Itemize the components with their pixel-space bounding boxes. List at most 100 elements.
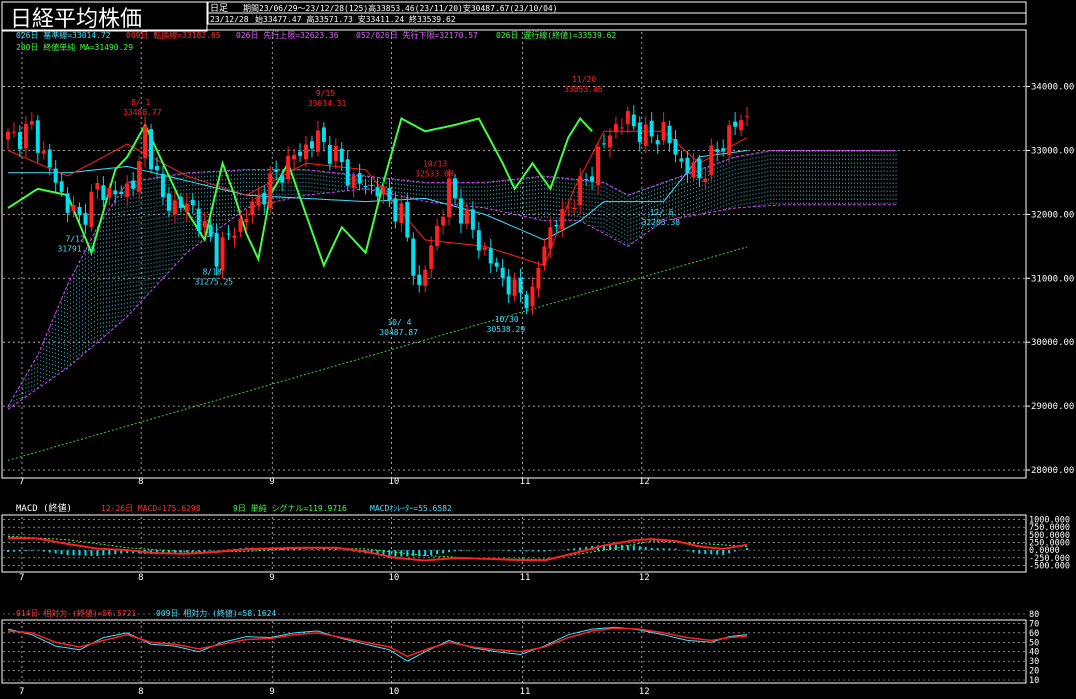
ma200-line (7, 246, 748, 461)
annotation-date: 10/ 4 (387, 318, 411, 327)
candle-body (262, 192, 267, 205)
candle-body (560, 208, 565, 229)
candle-body (95, 182, 100, 190)
month-label: 11 (520, 687, 531, 697)
candle-body (309, 141, 314, 149)
candle-body (548, 227, 553, 249)
macd-tick-label: -500.000 (1029, 561, 1070, 571)
candle-body (721, 148, 726, 152)
annotation-value: 32205.38 (642, 218, 681, 227)
annotation-date: 12/ 6 (650, 208, 674, 217)
candle-body (453, 178, 457, 199)
candle-body (131, 180, 136, 189)
annotation-date: 10/30 (495, 315, 519, 324)
candle-body (685, 157, 690, 174)
chart-title: 日経平均株価 (10, 7, 142, 32)
macd-panel-frame (1, 514, 1027, 573)
candle-body (691, 162, 696, 178)
candle-body (590, 176, 595, 182)
month-label: 12 (639, 477, 650, 487)
annotation-value: 31275.25 (195, 278, 234, 287)
timeframe-label: 日足 (210, 3, 228, 14)
candle-body (375, 187, 380, 197)
candle-body (226, 233, 231, 235)
candle-body (29, 121, 34, 125)
candle-body (125, 183, 130, 197)
legend-rsi14: 014日 相対力 (終値)=56.5721 (16, 608, 136, 618)
candle-body (101, 185, 106, 201)
candle-body (250, 201, 255, 216)
annotation-date: 9/15 (316, 89, 335, 98)
legend-tenkan: 009日 転換線=33182.65 (126, 30, 221, 40)
candle-body (6, 131, 10, 140)
candle-body (315, 130, 320, 152)
month-label: 11 (520, 477, 531, 487)
month-label: 11 (520, 573, 531, 583)
chikou-line (7, 116, 593, 269)
candle-body (256, 196, 261, 206)
price-tick-label: 31000.00 (1031, 274, 1074, 284)
candle-body (357, 173, 362, 184)
candle-body (488, 248, 493, 264)
legend-senkou-b: 052/026日 先行下限=32170.57 (356, 30, 478, 40)
axis-labels: 7 7 7 8 8 8 9 9 9 10 10 10 11 11 11 12 12 12 34000.00 33000… (19, 83, 1074, 697)
candle-body (41, 150, 46, 154)
legend-macd: 12-26日 MACD=175.6298 (101, 504, 201, 513)
candle-body (214, 232, 219, 267)
rsi-tick-label: 10 (1029, 676, 1039, 686)
candle-body (679, 158, 684, 162)
annotation-value: 30487.87 (379, 328, 418, 337)
candle-body (268, 173, 273, 208)
candle-body (715, 149, 720, 152)
price-annotations: 7/1231791.71 8/ 133488.77 8/1831275.25 9/15… (58, 75, 681, 337)
candle-body (220, 237, 225, 271)
candle-body (506, 276, 511, 295)
grid-lines (3, 32, 1026, 683)
candle-body (149, 129, 154, 170)
candle-body (333, 146, 338, 161)
candle-body (494, 262, 499, 267)
price-tick-label: 32000.00 (1031, 210, 1074, 220)
candle-body (339, 148, 344, 162)
candle-body (405, 201, 410, 238)
legend-signal: 9日 単純 シグナル=119.9716 (233, 503, 347, 513)
annotation-value: 33853.46 (564, 85, 603, 94)
price-tick-label: 34000.00 (1031, 83, 1074, 93)
month-label: 12 (639, 687, 650, 697)
candle-body (673, 139, 678, 155)
candle-body (536, 267, 541, 289)
ohlc-label: 始33477.47 高33571.73 安33411.24 終33539.62 (255, 14, 456, 24)
candle-body (196, 208, 201, 232)
annotation-date: 8/18 (203, 268, 222, 277)
candle-body (745, 115, 750, 117)
annotation-value: 31791.71 (58, 245, 97, 254)
candle-body (411, 238, 416, 276)
candle-body (578, 176, 583, 205)
macd-line (7, 536, 748, 562)
candle-body (613, 124, 618, 133)
candle-body (393, 198, 398, 222)
candle-body (298, 151, 303, 156)
candle-body (470, 209, 475, 230)
candle-body (518, 277, 523, 293)
month-label: 10 (388, 687, 399, 697)
candle-body (399, 203, 404, 223)
annotation-value: 32533.08 (415, 169, 454, 178)
candle-body (649, 120, 654, 137)
candle-body (596, 146, 601, 185)
candle-body (160, 173, 165, 197)
candle-body (65, 193, 70, 213)
candle-body (351, 175, 356, 189)
month-label: 8 (138, 477, 143, 487)
month-label: 9 (269, 687, 274, 697)
candle-body (137, 161, 142, 192)
candle-body (447, 178, 452, 217)
month-label: 7 (19, 477, 24, 487)
candle-body (286, 155, 291, 180)
candle-body (435, 225, 440, 247)
price-tick-label: 30000.00 (1031, 338, 1074, 348)
candle-body (238, 218, 243, 232)
candle-body (89, 191, 94, 227)
annotation-date: 7/12 (66, 235, 85, 244)
candle-body (423, 269, 428, 286)
